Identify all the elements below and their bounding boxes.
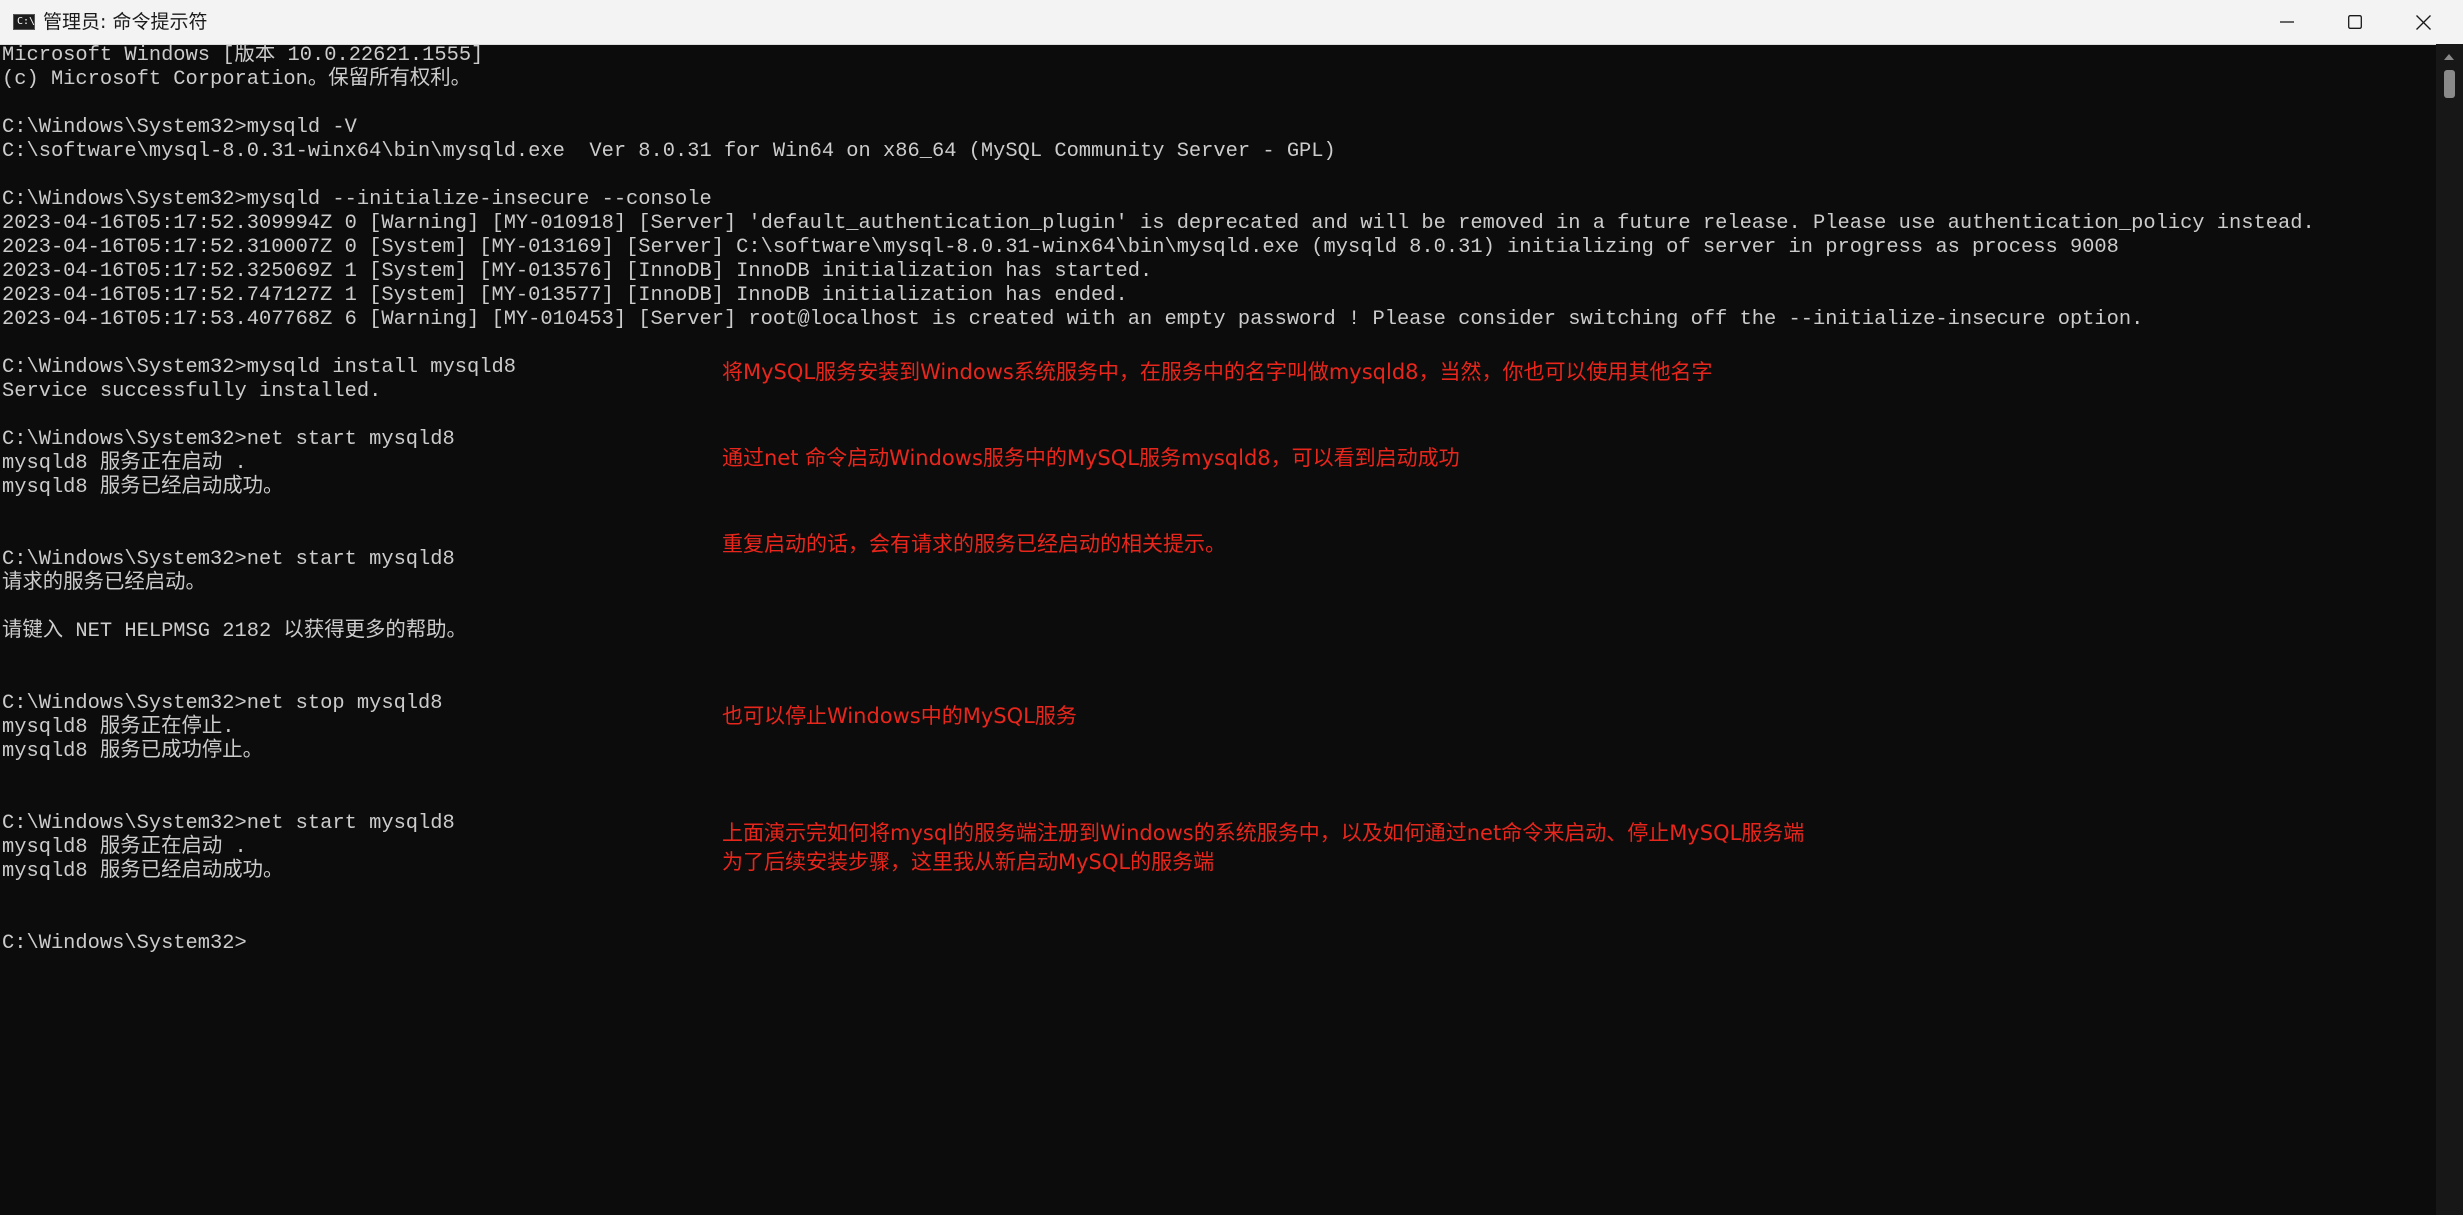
console-line: C:\Windows\System32>mysqld -V (2, 116, 357, 139)
console-line: Microsoft Windows [版本 10.0.22621.1555] (2, 44, 484, 67)
title-bar[interactable]: C:\ 管理员: 命令提示符 (0, 0, 2463, 45)
console-line: (c) Microsoft Corporation。保留所有权利。 (2, 68, 472, 91)
close-button[interactable] (2389, 0, 2463, 44)
maximize-icon (2348, 15, 2362, 29)
cmd-prompt-icon[interactable]: C:\ (13, 14, 35, 30)
console-line: C:\Windows\System32>mysqld install mysql… (2, 356, 516, 379)
scroll-thumb[interactable] (2444, 70, 2455, 98)
console-line: C:\Windows\System32>net start mysqld8 (2, 428, 455, 451)
console-line: C:\Windows\System32>net start mysqld8 (2, 812, 455, 835)
console-line: mysqld8 服务正在启动 . (2, 452, 247, 475)
console-line: 2023-04-16T05:17:52.310007Z 0 [System] [… (2, 236, 2119, 259)
console-line: C:\Windows\System32>net start mysqld8 (2, 548, 455, 571)
minimize-button[interactable] (2253, 0, 2321, 44)
console-line: 2023-04-16T05:17:53.407768Z 6 [Warning] … (2, 308, 2144, 331)
annotation-install-service: 将MySQL服务安装到Windows系统服务中，在服务中的名字叫做mysqld8… (722, 360, 1713, 384)
console-line: mysqld8 服务正在启动 . (2, 836, 247, 859)
console-line: 请求的服务已经启动。 (2, 572, 206, 595)
annotation-repeat-start: 重复启动的话，会有请求的服务已经启动的相关提示。 (722, 532, 1226, 556)
console-output[interactable]: Microsoft Windows [版本 10.0.22621.1555] (… (0, 44, 2436, 1215)
annotation-stop-service: 也可以停止Windows中的MySQL服务 (722, 704, 1077, 728)
command-prompt-line[interactable]: C:\Windows\System32> (2, 932, 247, 956)
maximize-button[interactable] (2321, 0, 2389, 44)
minimize-icon (2280, 21, 2294, 23)
console-line: 2023-04-16T05:17:52.309994Z 0 [Warning] … (2, 212, 2315, 235)
console-line: C:\Windows\System32>net stop mysqld8 (2, 692, 443, 715)
console-line: mysqld8 服务已成功停止。 (2, 740, 264, 763)
console-line: 2023-04-16T05:17:52.325069Z 1 [System] [… (2, 260, 1153, 283)
console-line: mysqld8 服务已经启动成功。 (2, 476, 284, 499)
console-line: C:\Windows\System32>mysqld --initialize-… (2, 188, 712, 211)
console-line: mysqld8 服务已经启动成功。 (2, 860, 284, 883)
console-line: 请键入 NET HELPMSG 2182 以获得更多的帮助。 (2, 620, 467, 643)
close-icon (2416, 15, 2431, 30)
annotation-restart: 为了后续安装步骤，这里我从新启动MySQL的服务端 (722, 850, 1215, 874)
annotation-summary: 上面演示完如何将mysql的服务端注册到Windows的系统服务中，以及如何通过… (722, 821, 1805, 845)
scroll-up-arrow-icon[interactable] (2444, 54, 2454, 60)
annotation-start-service: 通过net 命令启动Windows服务中的MySQL服务mysqld8，可以看到… (722, 446, 1460, 470)
window-title: 管理员: 命令提示符 (43, 11, 208, 33)
vertical-scrollbar[interactable] (2436, 44, 2463, 1215)
console-line: Service successfully installed. (2, 380, 382, 403)
console-line: 2023-04-16T05:17:52.747127Z 1 [System] [… (2, 284, 1128, 307)
command-prompt-window: C:\ 管理员: 命令提示符 Microsoft Windows [版本 10.… (0, 0, 2463, 1215)
console-line: C:\software\mysql-8.0.31-winx64\bin\mysq… (2, 140, 1336, 163)
console-line: mysqld8 服务正在停止. (2, 716, 235, 739)
